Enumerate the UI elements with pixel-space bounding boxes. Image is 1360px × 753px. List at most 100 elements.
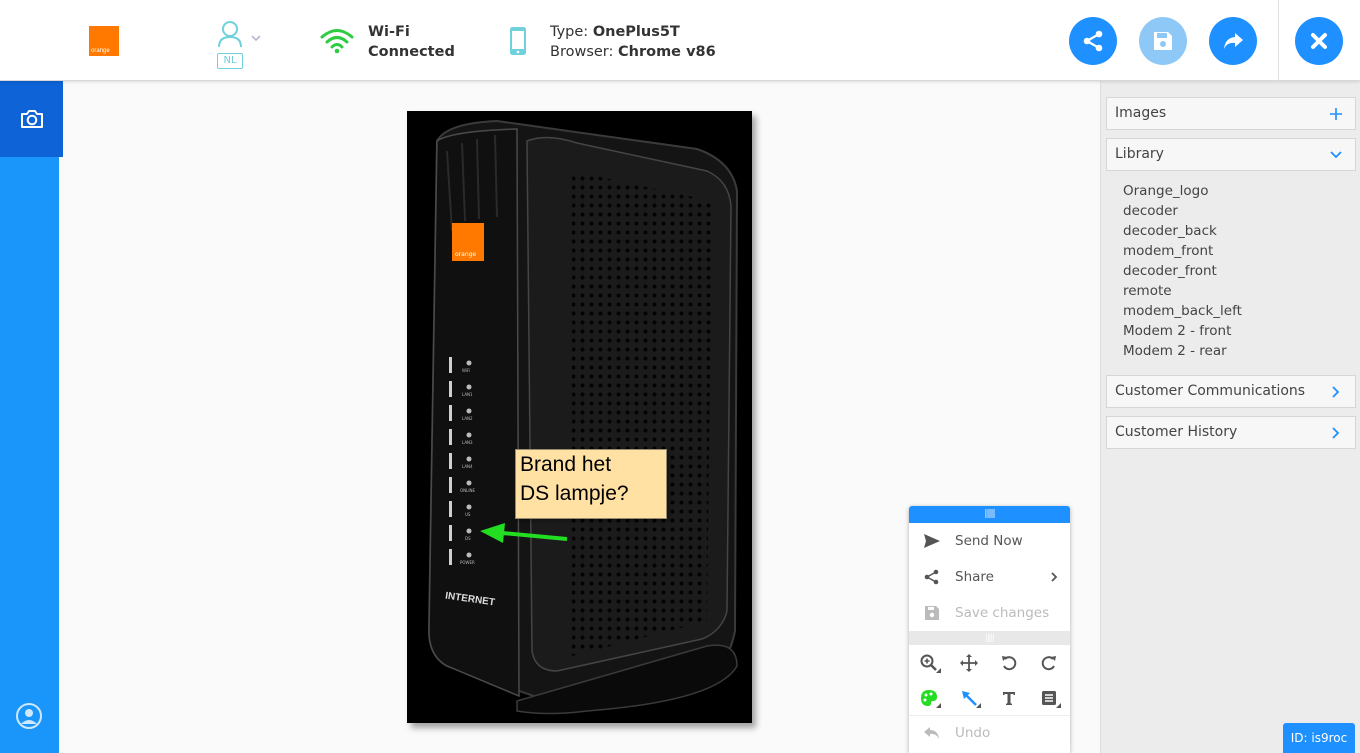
customer-communications-title: Customer Communications — [1115, 383, 1306, 399]
share-small-icon — [924, 569, 939, 585]
modem-illustration — [427, 119, 739, 715]
images-title: Images — [1115, 105, 1167, 121]
chevron-right-icon — [1332, 427, 1340, 439]
save-button[interactable] — [1139, 17, 1187, 65]
agent-icon[interactable] — [15, 702, 43, 730]
close-icon — [1311, 33, 1327, 49]
library-title: Library — [1115, 146, 1164, 162]
customer-communications-header[interactable]: Customer Communications — [1106, 375, 1356, 408]
plus-icon[interactable] — [1329, 107, 1343, 121]
camera-tab[interactable] — [0, 81, 63, 157]
forward-button[interactable] — [1209, 17, 1257, 65]
modem-photo[interactable]: orange WiFi LAN1 LAN2 LAN3 LAN4 ONLINE U… — [407, 111, 752, 723]
library-list: Orange_logo decoder decoder_back modem_f… — [1123, 181, 1242, 361]
submenu-indicator — [936, 703, 941, 708]
chevron-right-icon — [1332, 386, 1340, 398]
arrow-tool[interactable] — [949, 680, 989, 715]
led-label-wifi: WiFi — [462, 368, 471, 373]
rotate-left-tool[interactable] — [989, 645, 1029, 680]
led-label-lan2: LAN2 — [462, 416, 473, 421]
close-button[interactable] — [1295, 17, 1343, 65]
tool-grid — [909, 645, 1070, 715]
send-icon — [924, 534, 940, 548]
library-item[interactable]: decoder_front — [1123, 261, 1242, 281]
library-section-header[interactable]: Library — [1106, 138, 1356, 171]
undo-icon — [924, 726, 939, 739]
share-icon — [1083, 30, 1103, 52]
device-brand-label: orange — [455, 251, 477, 258]
toolbar-separator-handle[interactable]: ||||| — [909, 631, 1070, 645]
library-item[interactable]: remote — [1123, 281, 1242, 301]
submenu-indicator — [1056, 703, 1061, 708]
images-section-header[interactable]: Images — [1106, 97, 1356, 130]
language-badge[interactable]: NL — [217, 53, 243, 69]
library-item[interactable]: Orange_logo — [1123, 181, 1242, 201]
device-info: Type: OnePlus5T Browser: Chrome v86 — [550, 22, 716, 62]
orange-logo: orange — [89, 26, 119, 56]
library-item[interactable]: modem_back_left — [1123, 301, 1242, 321]
library-item[interactable]: modem_front — [1123, 241, 1242, 261]
text-tool[interactable] — [989, 680, 1029, 715]
save-icon — [1154, 32, 1172, 50]
library-item[interactable]: decoder_back — [1123, 221, 1242, 241]
share-button[interactable] — [1069, 17, 1117, 65]
header: orange NL Wi-Fi Connected Type: OnePlus5… — [0, 0, 1360, 81]
chevron-down-icon — [1330, 151, 1342, 159]
user-menu[interactable]: NL — [216, 20, 266, 72]
led-label-us: US — [465, 512, 471, 517]
customer-history-header[interactable]: Customer History — [1106, 416, 1356, 449]
library-item[interactable]: decoder — [1123, 201, 1242, 221]
color-tool[interactable] — [909, 680, 949, 715]
led-label-power: POWER — [460, 560, 475, 565]
undo-button[interactable]: Undo — [909, 715, 1070, 749]
led-label-lan4: LAN4 — [462, 464, 473, 469]
chevron-right-icon — [1051, 572, 1058, 582]
toolbar-drag-handle[interactable]: ||||| — [909, 506, 1070, 523]
save-small-icon — [925, 606, 939, 620]
header-divider — [1278, 0, 1279, 81]
send-now-button[interactable]: Send Now — [909, 523, 1070, 559]
forward-icon — [1224, 33, 1243, 49]
zoom-tool[interactable] — [909, 645, 949, 680]
camera-icon — [20, 110, 43, 128]
chevron-down-icon — [251, 35, 261, 42]
led-label-online: ONLINE — [460, 488, 476, 493]
device-browser: Chrome v86 — [618, 44, 716, 60]
share-label: Share — [955, 569, 994, 585]
wifi-label: Wi-Fi — [368, 24, 410, 40]
note-tool[interactable] — [1029, 680, 1069, 715]
text-icon — [1003, 691, 1015, 705]
customer-history-title: Customer History — [1115, 424, 1238, 440]
move-tool[interactable] — [949, 645, 989, 680]
send-now-label: Send Now — [955, 533, 1023, 549]
annotation-toolbar[interactable]: ||||| Send Now Share Save changes ||||| — [909, 506, 1070, 753]
undo-label: Undo — [955, 724, 991, 741]
move-icon — [960, 653, 978, 672]
device-type: OnePlus5T — [592, 24, 680, 40]
user-icon — [218, 21, 242, 48]
library-item[interactable]: Modem 2 - rear — [1123, 341, 1242, 361]
annotation-callout[interactable]: Brand het DS lampje? — [515, 449, 667, 519]
brand-text: orange — [91, 48, 110, 54]
type-label: Type: — [550, 24, 589, 40]
left-sidebar — [0, 81, 63, 753]
wifi-icon — [320, 29, 354, 54]
led-label-lan3: LAN3 — [462, 440, 473, 445]
save-changes-button[interactable]: Save changes — [909, 595, 1070, 631]
share-menu-item[interactable]: Share — [909, 559, 1070, 595]
rotate-right-tool[interactable] — [1029, 645, 1069, 680]
callout-line-2: DS lampje? — [520, 482, 629, 505]
right-sidebar: Images Library Orange_logo decoder decod… — [1100, 81, 1360, 753]
submenu-indicator — [936, 668, 941, 673]
led-label-lan1: LAN1 — [462, 392, 473, 397]
rotate-right-icon — [1041, 655, 1056, 670]
wifi-status: Wi-Fi Connected — [368, 22, 455, 62]
phone-icon — [510, 27, 526, 55]
led-label-ds: DS — [465, 536, 471, 541]
library-item[interactable]: Modem 2 - front — [1123, 321, 1242, 341]
session-id-badge: ID: is9roc — [1283, 723, 1355, 753]
callout-line-1: Brand het — [520, 453, 612, 476]
save-changes-label: Save changes — [955, 605, 1050, 621]
browser-label: Browser: — [550, 44, 614, 60]
wifi-connection: Connected — [368, 44, 455, 60]
